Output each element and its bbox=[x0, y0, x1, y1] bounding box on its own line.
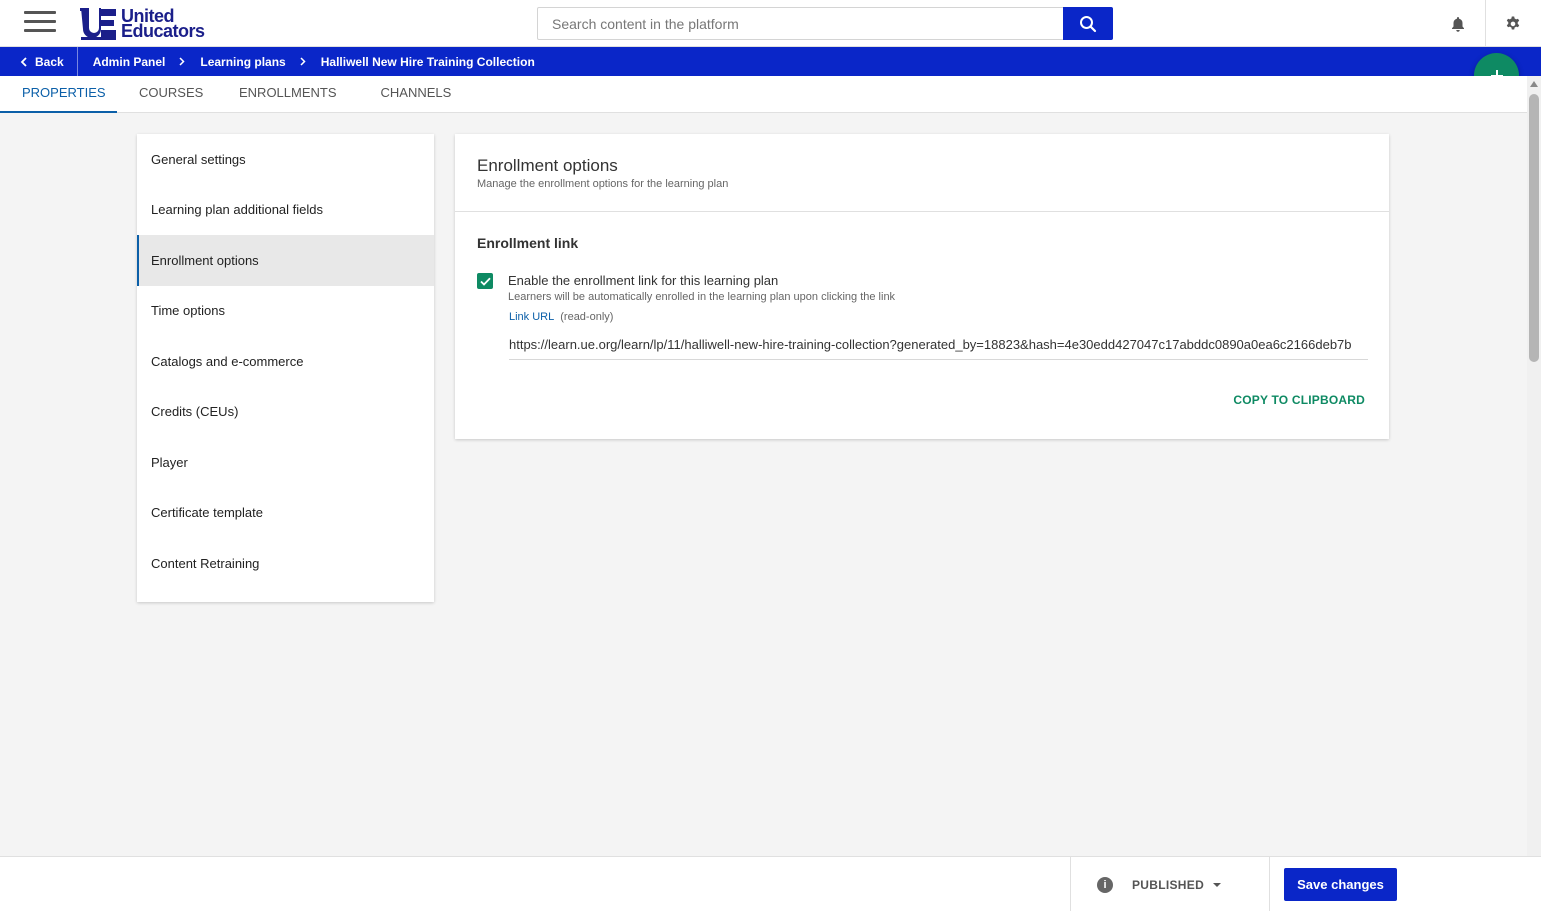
notifications-button[interactable] bbox=[1431, 0, 1485, 47]
caret-down-icon bbox=[1213, 882, 1222, 887]
breadcrumb-admin-panel[interactable]: Admin Panel bbox=[78, 55, 166, 69]
gear-icon bbox=[1506, 16, 1519, 29]
tab-enrollments[interactable]: ENROLLMENTS bbox=[217, 76, 359, 113]
tab-courses[interactable]: COURSES bbox=[117, 76, 217, 113]
publish-status-dropdown[interactable]: i PUBLISHED bbox=[1070, 857, 1270, 911]
menu-time-options[interactable]: Time options bbox=[137, 286, 434, 337]
tab-properties[interactable]: PROPERTIES bbox=[0, 76, 117, 113]
enable-link-checkbox[interactable] bbox=[477, 273, 493, 289]
scrollbar[interactable] bbox=[1527, 76, 1541, 856]
readonly-note: (read-only) bbox=[560, 311, 614, 323]
logo[interactable]: United Educators bbox=[79, 7, 205, 40]
logo-line-2: Educators bbox=[121, 20, 205, 41]
breadcrumb-learning-plans[interactable]: Learning plans bbox=[185, 55, 285, 69]
menu-catalogs-ecommerce[interactable]: Catalogs and e-commerce bbox=[137, 336, 434, 387]
menu-content-retraining[interactable]: Content Retraining bbox=[137, 538, 434, 589]
checkmark-icon bbox=[479, 277, 491, 286]
menu-credits[interactable]: Credits (CEUs) bbox=[137, 387, 434, 438]
card-subtitle: Manage the enrollment options for the le… bbox=[477, 178, 729, 190]
ue-logo-mark bbox=[79, 7, 117, 40]
info-icon: i bbox=[1097, 876, 1113, 893]
save-changes-button[interactable]: Save changes bbox=[1284, 868, 1397, 901]
card-header: Enrollment options Manage the enrollment… bbox=[455, 134, 1389, 212]
section-title: Enrollment link bbox=[477, 235, 579, 251]
chevron-right-icon bbox=[286, 57, 306, 66]
top-header: United Educators bbox=[0, 0, 1541, 47]
tab-channels[interactable]: CHANNELS bbox=[359, 76, 474, 113]
back-label: Back bbox=[35, 54, 64, 69]
link-url-label: Link URL (read-only) bbox=[509, 311, 613, 323]
menu-player[interactable]: Player bbox=[137, 437, 434, 488]
search-icon bbox=[1080, 15, 1097, 32]
settings-button[interactable] bbox=[1485, 0, 1539, 47]
card-title: Enrollment options bbox=[477, 156, 618, 175]
menu-additional-fields[interactable]: Learning plan additional fields bbox=[137, 185, 434, 236]
tab-bar: PROPERTIES COURSES ENROLLMENTS CHANNELS bbox=[0, 76, 1527, 113]
menu-enrollment-options[interactable]: Enrollment options bbox=[137, 235, 434, 286]
link-url-input[interactable] bbox=[509, 330, 1368, 358]
enrollment-options-card: Enrollment options Manage the enrollment… bbox=[455, 134, 1389, 439]
properties-menu: General settings Learning plan additiona… bbox=[137, 134, 434, 602]
search-box bbox=[537, 7, 1113, 40]
chevron-right-icon bbox=[165, 57, 185, 66]
logo-text: United Educators bbox=[121, 7, 205, 41]
search-button[interactable] bbox=[1063, 7, 1113, 40]
copy-to-clipboard-button[interactable]: COPY TO CLIPBOARD bbox=[1215, 388, 1365, 412]
link-url-label-text: Link URL bbox=[509, 311, 555, 323]
back-button[interactable]: Back bbox=[0, 47, 78, 76]
status-label: PUBLISHED bbox=[1132, 877, 1205, 892]
scrollbar-thumb[interactable] bbox=[1529, 94, 1539, 362]
link-url-field bbox=[509, 330, 1368, 360]
bell-icon bbox=[1452, 16, 1464, 32]
menu-certificate-template[interactable]: Certificate template bbox=[137, 488, 434, 539]
checkbox-description: Learners will be automatically enrolled … bbox=[508, 291, 896, 303]
breadcrumb: Back Admin Panel Learning plans Halliwel… bbox=[0, 47, 1541, 76]
menu-icon[interactable] bbox=[24, 11, 56, 35]
menu-general-settings[interactable]: General settings bbox=[137, 134, 434, 185]
chevron-left-icon bbox=[20, 56, 27, 67]
footer-bar: i PUBLISHED Save changes bbox=[0, 856, 1541, 911]
scroll-up-arrow-icon[interactable] bbox=[1530, 81, 1538, 87]
search-input[interactable] bbox=[538, 8, 1064, 39]
checkbox-label[interactable]: Enable the enrollment link for this lear… bbox=[508, 273, 778, 288]
breadcrumb-current-plan: Halliwell New Hire Training Collection bbox=[320, 54, 535, 69]
